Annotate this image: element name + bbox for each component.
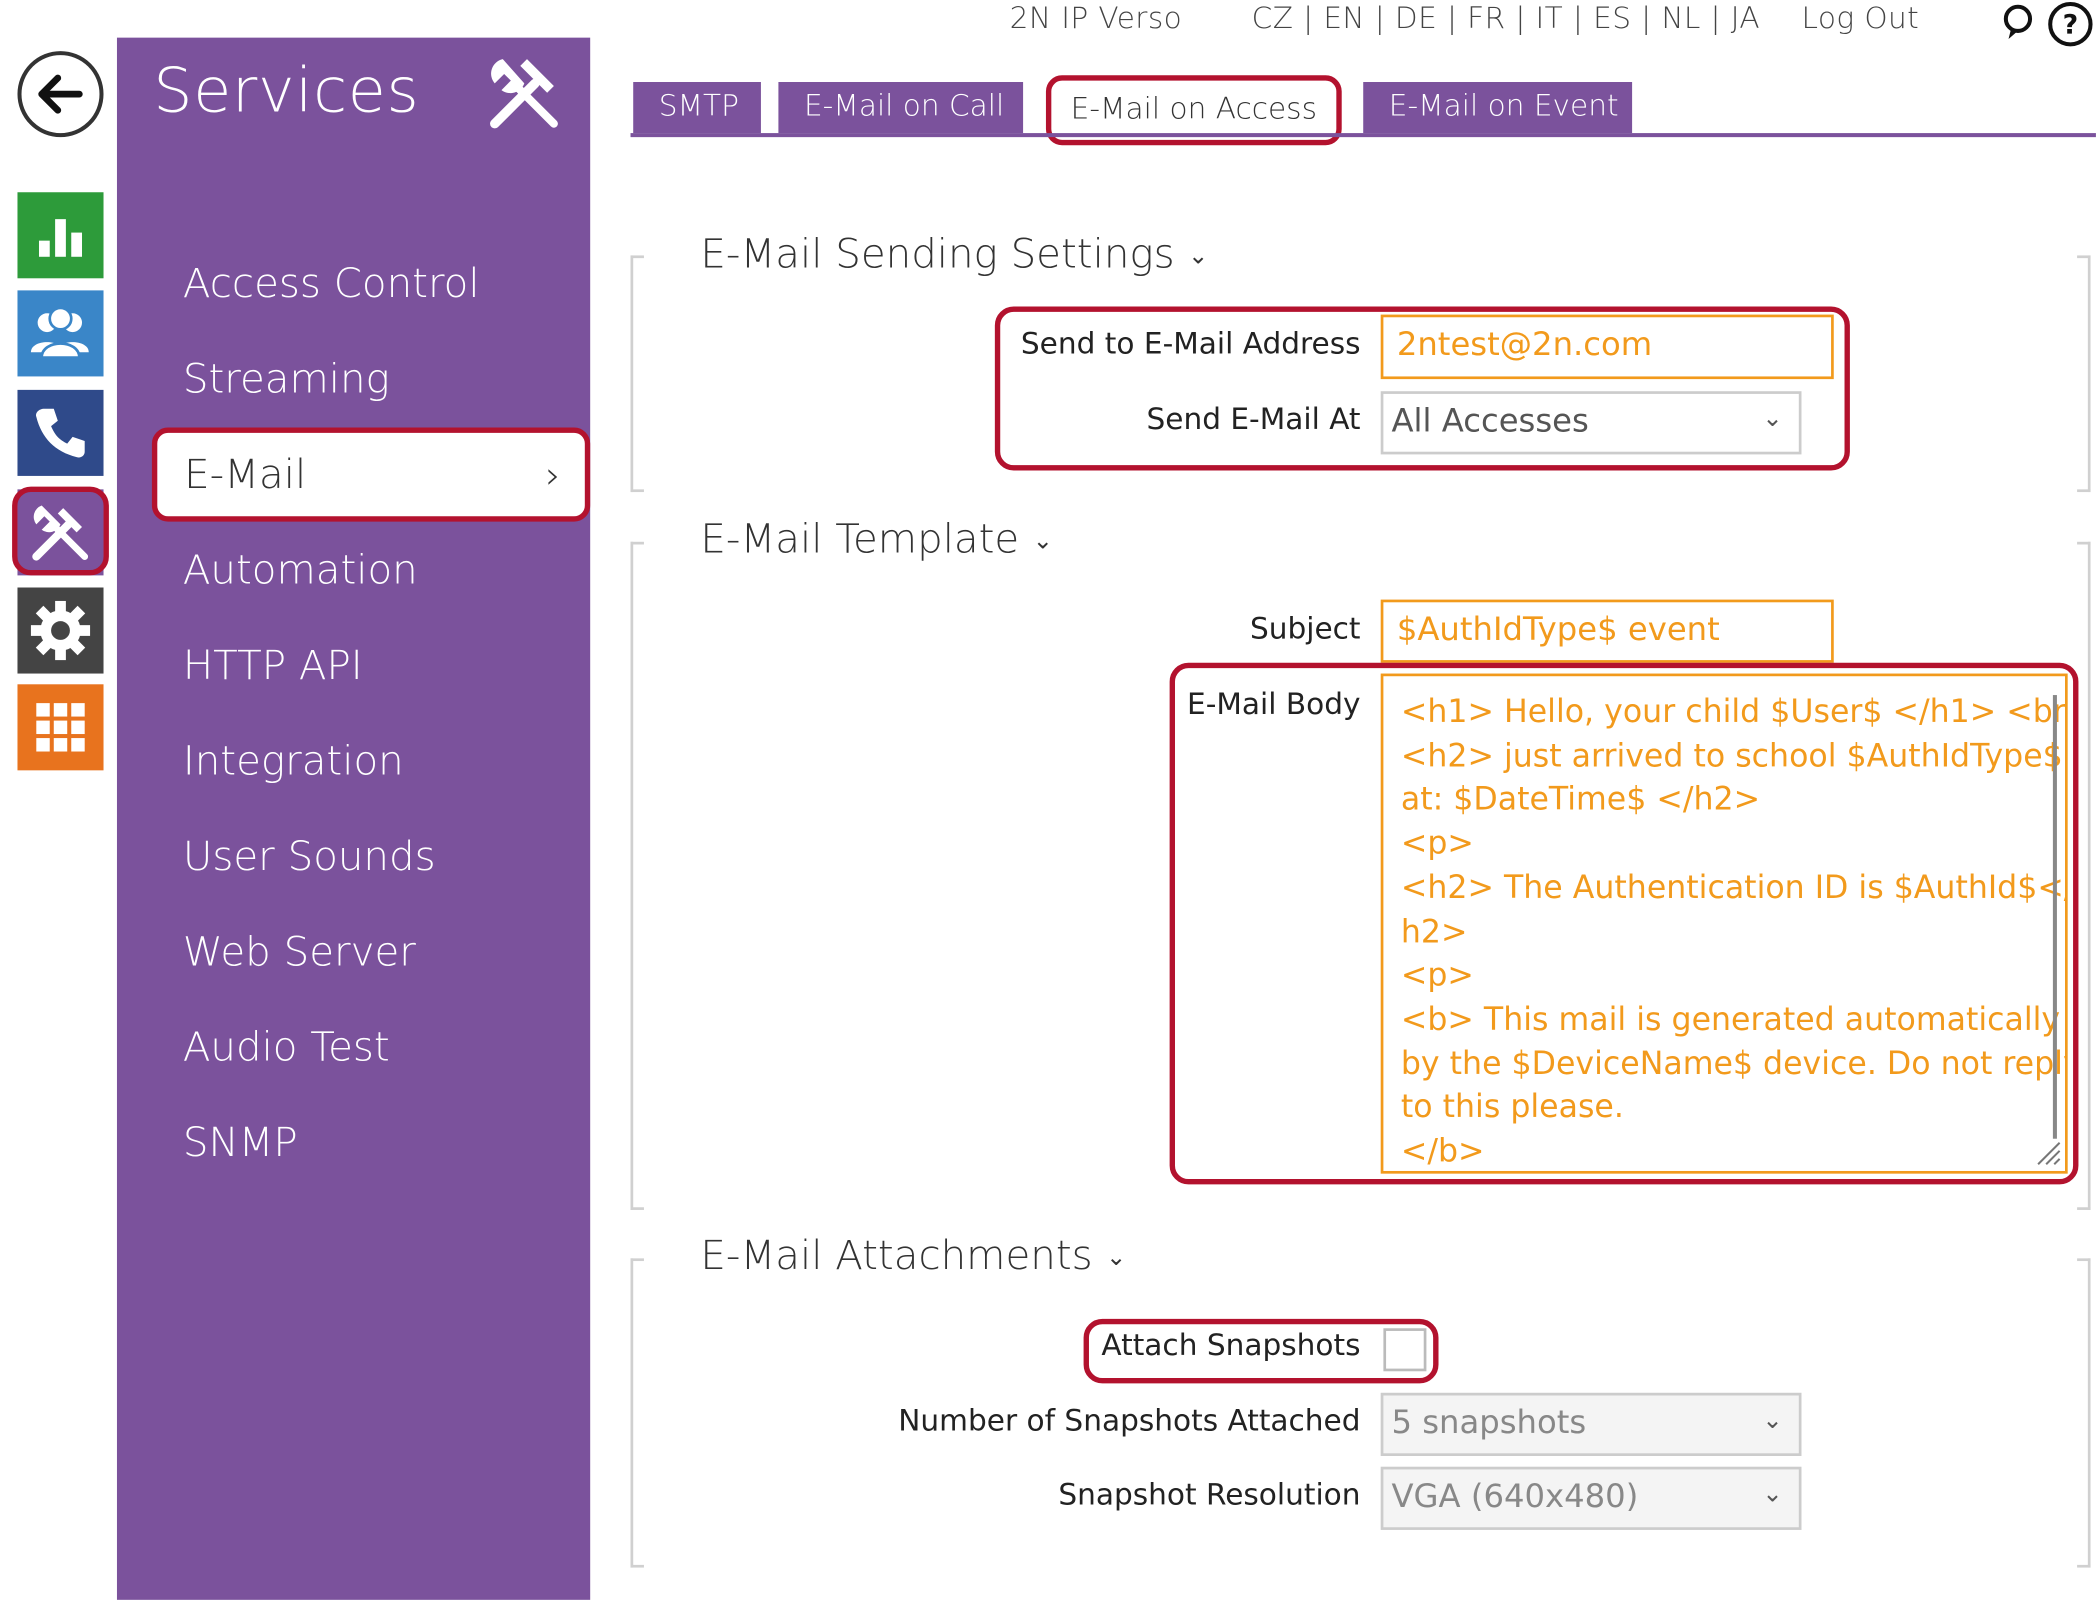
sidebar-item-label: E-Mail: [184, 451, 307, 499]
subject-label: Subject: [1249, 613, 1361, 647]
chevron-right-icon: ›: [545, 453, 561, 498]
tab-email-on-call[interactable]: E-Mail on Call: [778, 82, 1024, 134]
template-section-title[interactable]: E-Mail Template ⌄: [700, 516, 1053, 563]
body-line: <h2> The Authentication ID is $AuthId$</: [1400, 868, 2068, 906]
sidebar-item-access-control[interactable]: Access Control: [183, 261, 480, 308]
back-arrow-icon: [38, 74, 83, 114]
email-address-field[interactable]: 2ntest@2n.com: [1380, 314, 1834, 380]
section-heading: E-Mail Attachments: [700, 1232, 1093, 1280]
body-line: <h2> just arrived to school $AuthIdType$: [1400, 736, 2063, 774]
resize-handle-icon[interactable]: [2035, 1140, 2062, 1167]
textarea-scrollbar[interactable]: [2052, 695, 2057, 1139]
subject-field[interactable]: $AuthIdType$ event: [1380, 599, 1834, 663]
sidebar-item-integration[interactable]: Integration: [183, 738, 404, 785]
svg-text:?: ?: [2063, 10, 2079, 41]
snapshot-count-value: 5 snapshots: [1391, 1403, 1587, 1442]
sidebar-title: Services: [153, 53, 420, 127]
snapshot-resolution-label: Snapshot Resolution: [1058, 1478, 1361, 1513]
chevron-down-icon: ⌄: [1188, 241, 1209, 271]
section-bracket-left: [630, 255, 644, 493]
tab-email-on-event[interactable]: E-Mail on Event: [1363, 82, 1633, 134]
snapshot-count-select[interactable]: 5 snapshots ⌄: [1380, 1392, 1802, 1456]
device-name: 2N IP Verso: [1009, 2, 1183, 37]
body-line: to this please.: [1400, 1088, 1624, 1126]
sidebar-item-automation[interactable]: Automation: [183, 547, 418, 594]
chevron-down-icon: ⌄: [1762, 1406, 1783, 1435]
snapshot-resolution-value: VGA (640x480): [1391, 1477, 1639, 1516]
directory-users-icon: [30, 306, 89, 359]
feedback-icon[interactable]: [2000, 3, 2035, 49]
send-at-select[interactable]: All Accesses ⌄: [1380, 391, 1802, 455]
system-grid-icon: [36, 703, 85, 752]
phone-menu-button[interactable]: [17, 389, 104, 476]
section-bracket-left: [630, 1258, 644, 1568]
section-bracket-left: [630, 541, 644, 1210]
services-sidebar: Services Access Control Streaming Automa…: [116, 37, 591, 1600]
snapshot-resolution-select[interactable]: VGA (640x480) ⌄: [1380, 1466, 1802, 1530]
phone-icon: [36, 408, 85, 458]
attach-snapshots-label: Attach Snapshots: [1101, 1329, 1361, 1364]
back-button[interactable]: [17, 51, 104, 138]
settings-gear-icon: [30, 600, 91, 661]
body-line: h2>: [1400, 912, 1468, 950]
sidebar-item-web-server[interactable]: Web Server: [183, 929, 416, 976]
help-icon[interactable]: ?: [2046, 0, 2094, 54]
section-bracket-right: [2077, 541, 2091, 1210]
tab-smtp[interactable]: SMTP: [633, 82, 761, 134]
section-heading: E-Mail Template: [700, 516, 1020, 564]
sidebar-item-email[interactable]: E-Mail ›: [151, 427, 591, 522]
send-at-label: Send E-Mail At: [1146, 403, 1361, 437]
address-label: Send to E-Mail Address: [1020, 328, 1361, 362]
body-line: by the $DeviceName$ device. Do not reply: [1400, 1044, 2068, 1082]
chevron-down-icon: ⌄: [1032, 527, 1054, 556]
sidebar-item-user-sounds[interactable]: User Sounds: [183, 834, 436, 881]
body-line: <p>: [1400, 956, 1474, 994]
snapshot-count-label: Number of Snapshots Attached: [898, 1404, 1361, 1439]
body-line: <p>: [1400, 824, 1474, 862]
logout-link[interactable]: Log Out: [1801, 3, 1919, 37]
status-menu-button[interactable]: [17, 192, 104, 279]
send-at-value: All Accesses: [1391, 401, 1589, 440]
chevron-down-icon: ⌄: [1106, 1243, 1127, 1272]
system-menu-button[interactable]: [17, 684, 104, 771]
directory-menu-button[interactable]: [17, 290, 104, 377]
sidebar-item-snmp[interactable]: SNMP: [183, 1120, 298, 1167]
body-line: at: $DateTime$ </h2>: [1400, 780, 1761, 818]
body-line: <b> This mail is generated automatically: [1400, 1000, 2061, 1038]
body-line: </b>: [1400, 1132, 1485, 1170]
sidebar-item-http-api[interactable]: HTTP API: [183, 643, 363, 690]
body-line: <h1> Hello, your child $User$ </h1> <br>: [1400, 692, 2068, 731]
chevron-down-icon: ⌄: [1762, 1480, 1783, 1509]
chevron-down-icon: ⌄: [1762, 404, 1783, 433]
tab-underline: [630, 133, 2096, 138]
services-highlight: [12, 486, 109, 576]
status-chart-icon: [38, 219, 83, 257]
section-heading: E-Mail Sending Settings: [700, 231, 1175, 279]
attach-snapshots-checkbox[interactable]: [1383, 1328, 1427, 1372]
sending-section-title[interactable]: E-Mail Sending Settings ⌄: [700, 231, 1208, 278]
body-label: E-Mail Body: [1187, 688, 1361, 722]
email-body-textarea[interactable]: <h1> Hello, your child $User$ </h1> <br>…: [1380, 673, 2068, 1174]
sidebar-item-audio-test[interactable]: Audio Test: [183, 1024, 390, 1071]
services-tools-icon: [484, 54, 567, 137]
section-bracket-right: [2077, 1258, 2091, 1568]
language-selector[interactable]: CZ | EN | DE | FR | IT | ES | NL | JA: [1252, 3, 1760, 37]
attachments-section-title[interactable]: E-Mail Attachments ⌄: [700, 1233, 1126, 1280]
sidebar-item-streaming[interactable]: Streaming: [183, 356, 390, 403]
section-bracket-right: [2077, 255, 2091, 493]
settings-menu-button[interactable]: [17, 587, 104, 674]
